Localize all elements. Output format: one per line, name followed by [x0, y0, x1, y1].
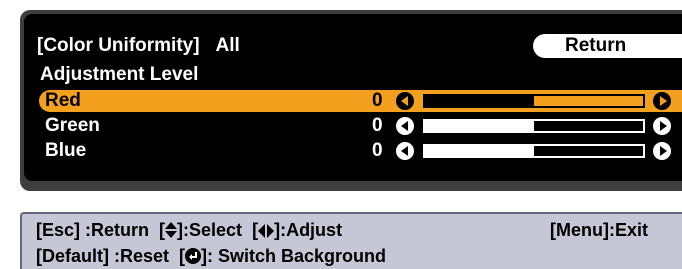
- left-arrow-button-icon[interactable]: [396, 142, 414, 160]
- arrow-glyph: [659, 146, 667, 156]
- row-label: Green: [45, 115, 100, 136]
- panel-title: [Color Uniformity] All: [37, 35, 240, 57]
- arrow-glyph: [659, 96, 667, 106]
- slider-fill: [425, 121, 534, 131]
- arrow-glyph: [400, 121, 408, 131]
- right-arrow-button-icon[interactable]: [653, 142, 671, 160]
- row-value: 0: [372, 115, 383, 136]
- scope-text: All: [215, 35, 240, 56]
- color-uniformity-panel: [Color Uniformity] All Return Adjustment …: [20, 10, 682, 191]
- adjustment-level-label: Adjustment Level: [40, 64, 199, 85]
- help-bar: [Esc] :Return []:Select []:Adjust [Menu]…: [20, 212, 682, 269]
- return-button[interactable]: Return: [533, 34, 682, 58]
- slider-fill: [425, 146, 534, 156]
- panel-body: [Color Uniformity] All Return Adjustment …: [24, 14, 682, 181]
- enter-icon: [185, 248, 202, 264]
- arrow-glyph: [659, 121, 667, 131]
- help-switch-background: ]: Switch Background: [201, 246, 387, 266]
- blue-slider[interactable]: [423, 144, 645, 158]
- row-value: 0: [372, 140, 383, 161]
- help-line-1: [Esc] :Return []:Select []:Adjust: [36, 220, 342, 241]
- arrow-glyph: [400, 146, 408, 156]
- help-default: [Default] :Reset: [36, 246, 170, 266]
- left-arrow-button-icon[interactable]: [396, 117, 414, 135]
- help-adjust: ]:Adjust: [274, 220, 343, 240]
- right-arrow-button-icon[interactable]: [653, 117, 671, 135]
- row-red[interactable]: Red 0: [39, 90, 682, 112]
- row-value: 0: [372, 90, 383, 111]
- row-green[interactable]: Green 0: [39, 115, 682, 137]
- up-down-arrow-icon: [165, 222, 178, 238]
- help-esc: [Esc] :Return: [36, 220, 150, 240]
- title-text: [Color Uniformity]: [37, 35, 200, 56]
- help-menu-exit: [Menu]:Exit: [550, 220, 648, 240]
- left-arrow-button-icon[interactable]: [396, 92, 414, 110]
- row-label: Red: [45, 90, 81, 111]
- arrow-glyph: [400, 96, 408, 106]
- green-slider[interactable]: [423, 119, 645, 133]
- row-label: Blue: [45, 140, 87, 161]
- row-blue[interactable]: Blue 0: [39, 140, 682, 162]
- left-right-arrow-icon: [258, 224, 275, 238]
- red-slider[interactable]: [423, 94, 645, 108]
- right-arrow-button-icon[interactable]: [653, 92, 671, 110]
- slider-fill: [425, 96, 534, 106]
- help-select: ]:Select: [177, 220, 243, 240]
- help-line-2: [Default] :Reset []: Switch Background: [36, 246, 386, 267]
